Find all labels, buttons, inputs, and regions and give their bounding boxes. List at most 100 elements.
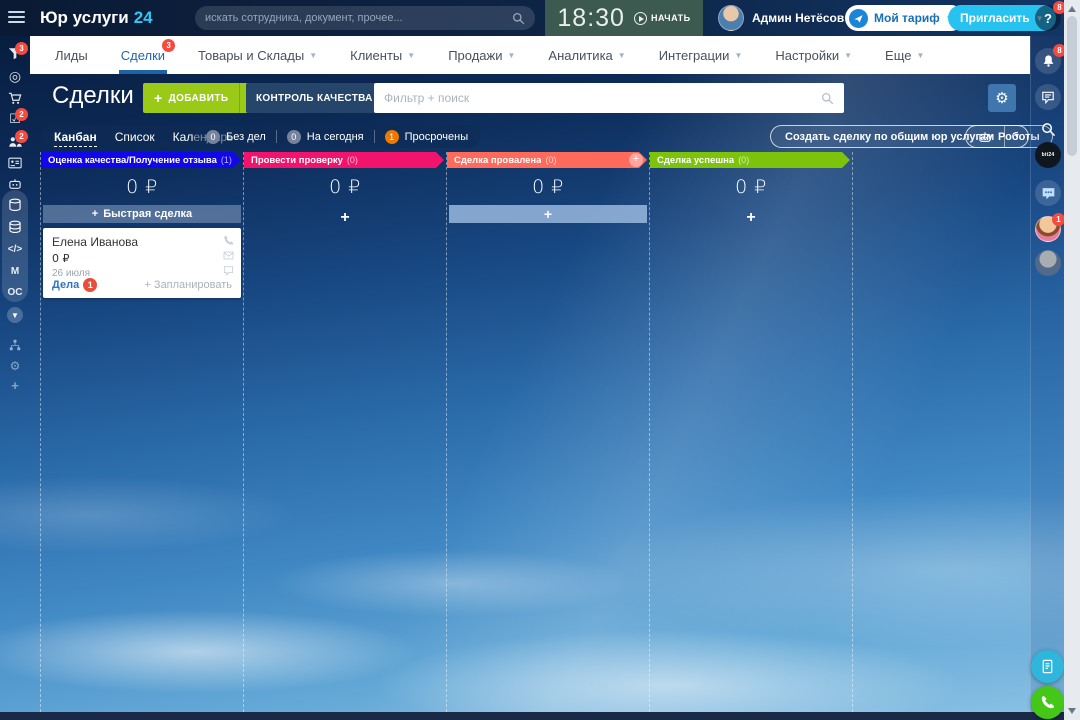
deal-activities-link[interactable]: Дела 1 — [52, 278, 98, 292]
crm-funnel-icon[interactable]: 3 — [0, 42, 30, 62]
robot-icon — [978, 131, 992, 143]
phone-call-button[interactable] — [1031, 686, 1064, 719]
database-icon[interactable] — [0, 196, 30, 214]
search-icon — [512, 12, 525, 25]
board-settings-button[interactable]: ⚙ — [988, 84, 1016, 112]
add-stage-icon[interactable]: + — [629, 153, 643, 167]
chevron-down-icon: ▼ — [507, 50, 516, 60]
counter-no-activity[interactable]: 0 Без дел — [206, 129, 266, 144]
gear-icon: ⚙ — [995, 90, 1009, 107]
counter-overdue[interactable]: 1 Просрочены — [384, 129, 468, 144]
add-deal-to-column-button[interactable]: + — [652, 209, 850, 227]
b24-avatar[interactable]: bit24 — [1035, 142, 1061, 168]
kanban-column-success: Сделка успешна (0) 0 ₽ + — [650, 152, 853, 712]
search-icon[interactable] — [1035, 116, 1061, 142]
kanban-column-check: Провести проверку (0) 0 ₽ + — [244, 152, 447, 712]
column-sum: 0 ₽ — [735, 175, 767, 198]
sitemap-icon[interactable] — [0, 336, 30, 354]
scroll-up-arrow[interactable] — [1068, 6, 1076, 12]
counter-today[interactable]: 0 На сегодня — [286, 129, 364, 144]
logo-number: 24 — [133, 8, 153, 27]
add-deal-button[interactable]: +ДОБАВИТЬ ▼ — [143, 83, 260, 113]
cart-icon[interactable] — [0, 89, 30, 107]
deal-amount: 0 ₽ — [52, 252, 70, 265]
quick-deal-button[interactable]: + Быстрая сделка — [43, 205, 241, 223]
collapse-icon[interactable]: ▼ — [0, 306, 30, 324]
divider — [373, 130, 375, 143]
plan-activity-link[interactable]: + Запланировать — [144, 279, 232, 291]
teamwork-icon[interactable]: 2 — [0, 130, 30, 150]
top-bar: Юр услуги24 18:30 НАЧАТЬ Админ Нетёсов ▼… — [0, 0, 1066, 36]
messenger-icon[interactable] — [1035, 84, 1061, 110]
add-icon[interactable]: + — [0, 376, 30, 394]
code-icon[interactable]: </> — [0, 240, 30, 258]
column-sum: 0 ₽ — [532, 175, 564, 198]
robot-icon[interactable] — [0, 175, 30, 193]
nav-analytics[interactable]: Аналитика ▼ — [548, 36, 625, 74]
chevron-down-icon: ▼ — [916, 50, 925, 60]
kanban-board: Оценка качества/Получение отзыва (1) 0 ₽… — [40, 152, 853, 712]
deal-contact-icons — [223, 235, 234, 276]
global-search[interactable] — [195, 6, 535, 30]
tab-kanban[interactable]: Канбан — [54, 130, 97, 147]
bell-icon[interactable]: 8 — [1035, 44, 1066, 74]
add-deal-to-column-button[interactable]: + — [449, 205, 647, 223]
nav-settings[interactable]: Настройки ▼ — [775, 36, 852, 74]
user-avatar — [718, 5, 744, 31]
add-deal-to-column-button[interactable]: + — [246, 209, 444, 227]
start-workday-button[interactable]: НАЧАТЬ — [633, 11, 691, 25]
nav-clients[interactable]: Клиенты ▼ — [350, 36, 415, 74]
column-header[interactable]: Сделка провалена (0) + — [447, 152, 647, 168]
user-avatar[interactable]: 1 — [1035, 213, 1065, 242]
oc-icon[interactable]: OC — [0, 283, 30, 301]
user-avatar-2[interactable] — [1035, 250, 1061, 276]
mail-icon[interactable] — [223, 250, 234, 261]
help-button[interactable]: ? 8 — [1035, 1, 1066, 31]
nav-products[interactable]: Товары и Склады ▼ — [198, 36, 317, 74]
chevron-down-icon: ▼ — [309, 50, 318, 60]
nav-sales[interactable]: Продажи ▼ — [448, 36, 515, 74]
storage-icon[interactable] — [0, 218, 30, 236]
deal-card[interactable]: Елена Иванова 0 ₽ 26 июля Дела 1 + Заплан… — [43, 228, 241, 298]
bottom-edge — [0, 712, 1064, 720]
current-user-menu[interactable]: Админ Нетёсов ▼ — [718, 5, 860, 31]
column-sum: 0 ₽ — [126, 175, 158, 198]
filter-search[interactable] — [374, 83, 844, 113]
comment-icon[interactable] — [223, 265, 234, 276]
nav-leads[interactable]: Лиды — [55, 36, 88, 74]
hamburger-menu-icon[interactable] — [8, 11, 25, 25]
team-badge: 2 — [15, 130, 28, 143]
global-search-input[interactable] — [205, 12, 512, 24]
deals-badge: 3 — [162, 39, 176, 52]
column-header[interactable]: Оценка качества/Получение отзыва (1) — [41, 152, 241, 168]
target-icon[interactable]: ◎ — [0, 67, 30, 85]
column-header[interactable]: Провести проверку (0) — [244, 152, 444, 168]
divider — [275, 130, 277, 143]
scroll-down-arrow[interactable] — [1068, 708, 1076, 714]
chevron-down-icon: ▼ — [844, 50, 853, 60]
tasks-badge: 2 — [15, 108, 28, 121]
tab-list[interactable]: Список — [115, 130, 155, 144]
plus-icon: + — [154, 90, 163, 106]
column-header[interactable]: Сделка успешна (0) — [650, 152, 850, 168]
chevron-down-icon: ▼ — [617, 50, 626, 60]
page-scrollbar[interactable] — [1064, 0, 1080, 720]
app-logo[interactable]: Юр услуги 24 — [40, 0, 153, 36]
nav-deals[interactable]: Сделки 3 — [118, 36, 176, 74]
nav-more[interactable]: Еще ▼ — [885, 36, 924, 74]
marketplace-icon[interactable]: M — [0, 262, 30, 280]
crm-badge: 3 — [15, 42, 28, 55]
nav-integrations[interactable]: Интеграции ▼ — [659, 36, 743, 74]
chevron-down-icon: ▼ — [407, 50, 416, 60]
tariff-button[interactable]: Мой тариф ▼ — [845, 5, 964, 31]
filter-search-input[interactable] — [384, 91, 821, 105]
scrollbar-thumb[interactable] — [1067, 16, 1077, 156]
group-chat-icon[interactable] — [1035, 180, 1061, 206]
phone-icon[interactable] — [223, 235, 234, 246]
column-sum: 0 ₽ — [329, 175, 361, 198]
workday-clock[interactable]: 18:30 НАЧАТЬ — [545, 0, 703, 36]
contacts-icon[interactable] — [0, 154, 30, 172]
tasks-icon[interactable]: ☑ 2 — [0, 108, 30, 128]
document-cloud-button[interactable] — [1031, 650, 1064, 683]
settings-icon[interactable]: ⚙ — [0, 357, 30, 375]
